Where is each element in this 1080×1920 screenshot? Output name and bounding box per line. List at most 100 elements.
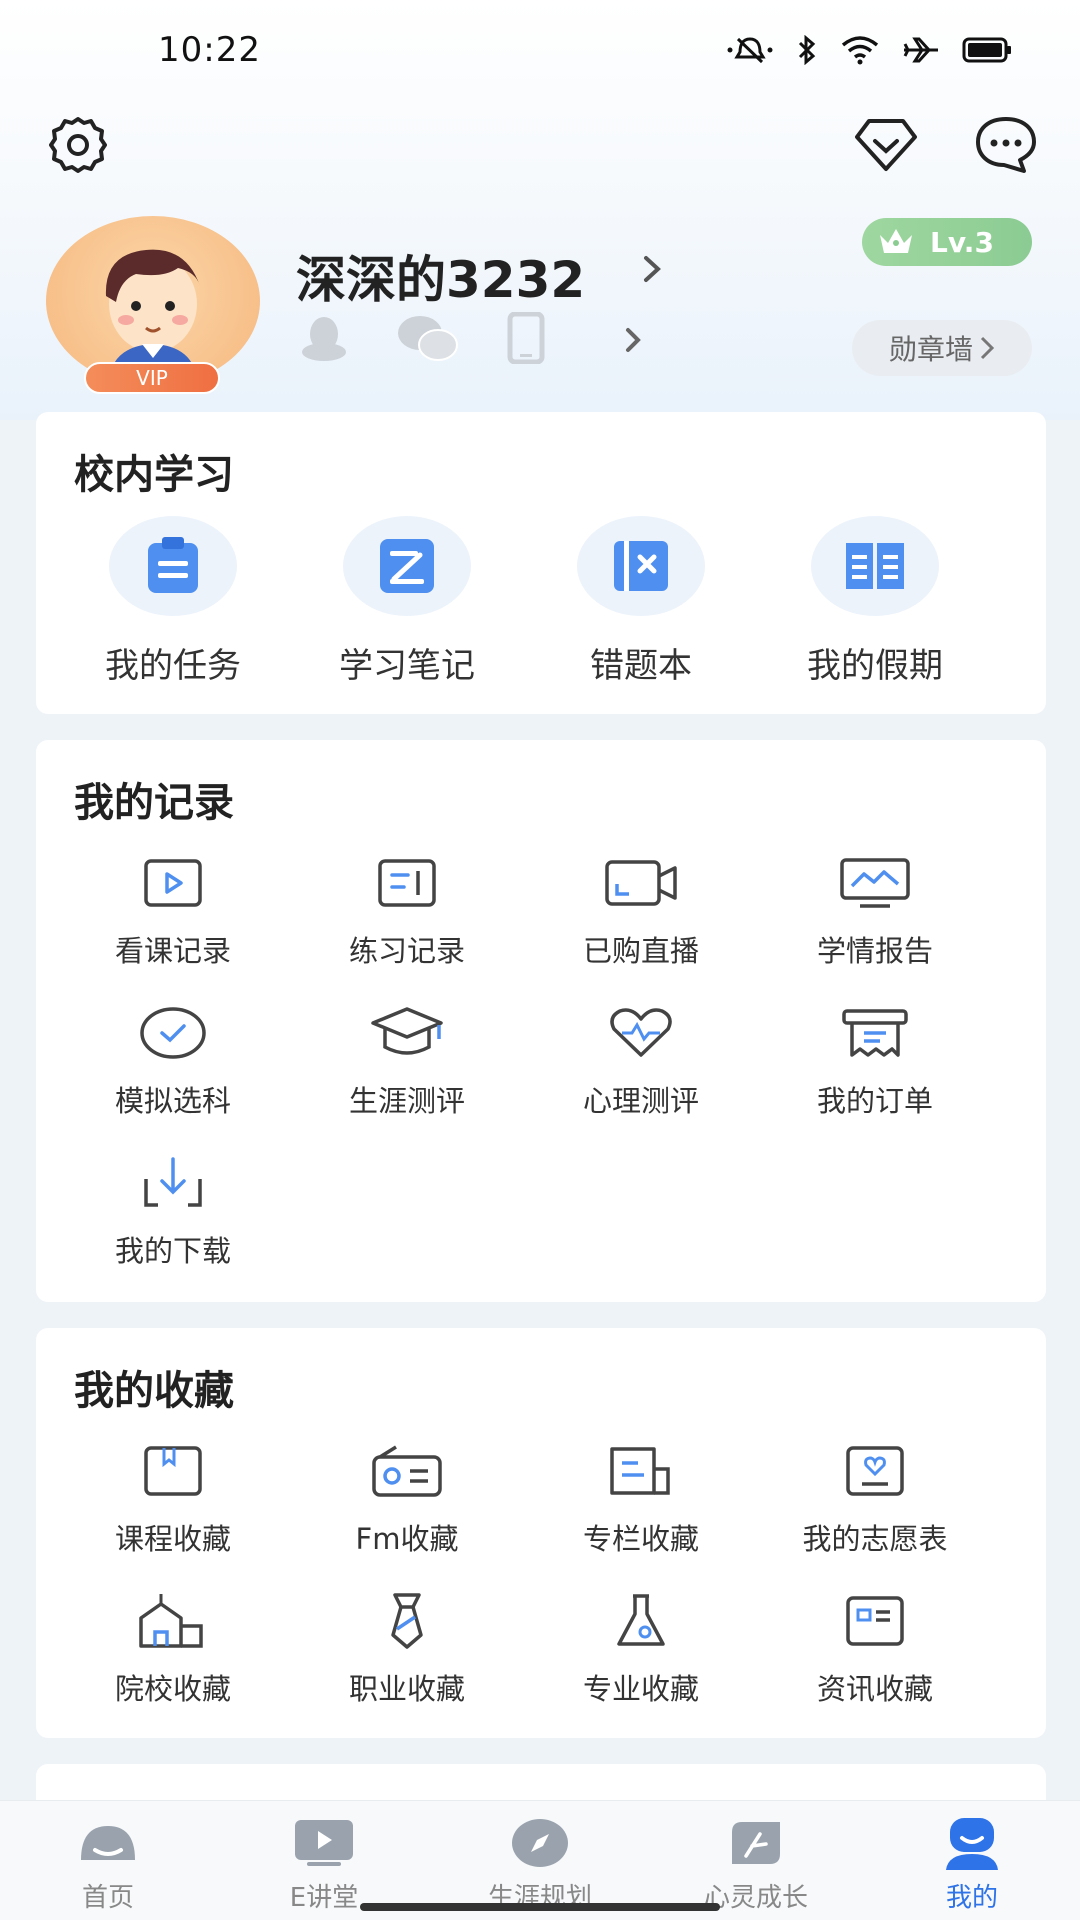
career-assessment-label: 生涯测评 xyxy=(348,1084,465,1118)
news-favorites-item[interactable]: 资讯收藏 xyxy=(758,1590,992,1740)
my-downloads-label: 我的下载 xyxy=(114,1234,231,1268)
my-task-label: 我的任务 xyxy=(105,646,241,686)
career-assessment-item[interactable]: 生涯测评 xyxy=(290,1002,524,1152)
home-icon xyxy=(81,1826,135,1860)
social-bindings[interactable] xyxy=(296,312,548,364)
message-button[interactable] xyxy=(972,111,1040,179)
mock-subject-item[interactable]: 模拟选科 xyxy=(56,1002,290,1152)
watch-record-label: 看课记录 xyxy=(114,934,231,968)
level-badge[interactable]: Lv.3 xyxy=(862,218,1032,266)
mute-bell-icon xyxy=(727,37,773,64)
tab-mine-label: 我的 xyxy=(945,1883,998,1913)
school-favorites-label: 院校收藏 xyxy=(114,1672,231,1706)
qq-icon xyxy=(302,317,346,361)
medal-wall-button[interactable]: 勋章墙 xyxy=(852,320,1032,376)
play-screen-icon xyxy=(295,1820,353,1866)
bluetooth-icon xyxy=(798,35,816,65)
column-favorites-item[interactable]: 专栏收藏 xyxy=(524,1440,758,1590)
download-icon xyxy=(144,1157,202,1207)
my-favorites-card: 我的收藏 课程收藏 Fm收藏 专栏收藏 我的志愿表 院校收藏 职业收藏 专业收藏 xyxy=(36,1328,1046,1738)
watch-record-item[interactable]: 看课记录 xyxy=(56,852,290,1002)
wish-list-icon xyxy=(846,1446,904,1496)
major-favorites-label: 专业收藏 xyxy=(582,1672,699,1706)
wish-list-item[interactable]: 我的志愿表 xyxy=(758,1440,992,1590)
radio-icon xyxy=(372,1445,442,1497)
study-notes-item[interactable]: 学习笔记 xyxy=(290,516,524,687)
my-holiday-item[interactable]: 我的假期 xyxy=(758,516,992,687)
tab-home[interactable]: 首页 xyxy=(0,1801,216,1920)
chat-icon xyxy=(976,117,1036,173)
mock-subject-label: 模拟选科 xyxy=(114,1084,231,1118)
top-nav xyxy=(0,100,1080,190)
tab-home-label: 首页 xyxy=(81,1883,134,1913)
study-report-label: 学情报告 xyxy=(816,934,933,968)
note-icon xyxy=(380,539,434,593)
profile-section: VIP 深深的3232 Lv.3 勋章墙 xyxy=(0,210,1080,400)
home-indicator xyxy=(360,1903,720,1911)
bottom-tab-bar: 首页 E讲堂 生涯规划 心灵成长 我的 xyxy=(0,1800,1080,1920)
graduation-cap-icon xyxy=(371,1007,443,1055)
tab-e-lecture-label: E讲堂 xyxy=(289,1883,359,1913)
course-bookmark-icon xyxy=(144,1446,202,1496)
report-monitor-icon xyxy=(840,858,910,908)
status-icons xyxy=(726,35,1012,65)
my-orders-item[interactable]: 我的订单 xyxy=(758,1002,992,1152)
vip-badge: VIP xyxy=(84,362,220,394)
career-favorites-label: 职业收藏 xyxy=(348,1672,465,1706)
career-favorites-item[interactable]: 职业收藏 xyxy=(290,1590,524,1740)
phone-icon xyxy=(507,312,545,364)
psych-assessment-label: 心理测评 xyxy=(582,1084,699,1118)
news-card-icon xyxy=(846,1596,904,1646)
my-orders-label: 我的订单 xyxy=(816,1084,933,1118)
flask-icon xyxy=(617,1594,665,1646)
column-favorites-label: 专栏收藏 xyxy=(582,1522,699,1556)
purchased-live-item[interactable]: 已购直播 xyxy=(524,852,758,1002)
username[interactable]: 深深的3232 xyxy=(296,240,585,312)
my-task-item[interactable]: 我的任务 xyxy=(56,516,290,687)
holiday-book-icon xyxy=(846,543,904,589)
live-camera-icon xyxy=(605,860,677,906)
my-favorites-grid: 课程收藏 Fm收藏 专栏收藏 我的志愿表 院校收藏 职业收藏 专业收藏 资讯收藏 xyxy=(56,1440,996,1740)
news-favorites-label: 资讯收藏 xyxy=(816,1672,933,1706)
avatar[interactable]: VIP xyxy=(46,216,260,394)
practice-record-icon xyxy=(378,859,436,907)
fm-favorites-label: Fm收藏 xyxy=(355,1522,459,1556)
column-icon xyxy=(610,1447,670,1495)
vip-button[interactable] xyxy=(852,111,920,179)
heart-pulse-icon xyxy=(610,1008,672,1057)
status-time: 10:22 xyxy=(158,30,261,70)
necktie-icon xyxy=(391,1593,423,1649)
battery-icon xyxy=(962,37,1011,63)
wrong-book-item[interactable]: 错题本 xyxy=(524,516,758,687)
airplane-icon xyxy=(903,37,938,63)
purchased-live-label: 已购直播 xyxy=(582,934,699,968)
crown-icon xyxy=(880,229,912,253)
chevron-right-icon[interactable] xyxy=(622,326,644,354)
wrong-book-label: 错题本 xyxy=(590,646,692,686)
course-favorites-label: 课程收藏 xyxy=(114,1522,231,1556)
settings-button[interactable] xyxy=(44,111,112,179)
my-records-grid: 看课记录 练习记录 已购直播 学情报告 模拟选科 生涯测评 心理测评 我的订单 xyxy=(56,852,996,1302)
course-favorites-item[interactable]: 课程收藏 xyxy=(56,1440,290,1590)
school-study-grid: 我的任务 学习笔记 错题本 我的假期 xyxy=(36,516,1046,687)
school-favorites-item[interactable]: 院校收藏 xyxy=(56,1590,290,1740)
task-icon xyxy=(148,537,198,593)
major-favorites-item[interactable]: 专业收藏 xyxy=(524,1590,758,1740)
psych-assessment-item[interactable]: 心理测评 xyxy=(524,1002,758,1152)
study-report-item[interactable]: 学情报告 xyxy=(758,852,992,1002)
school-study-card: 校内学习 我的任务 学习笔记 错题本 我的假期 xyxy=(36,412,1046,714)
avatar-image xyxy=(46,216,260,386)
tab-mine[interactable]: 我的 xyxy=(864,1801,1080,1920)
my-downloads-item[interactable]: 我的下载 xyxy=(56,1152,290,1302)
wrong-book-icon xyxy=(614,541,668,591)
wifi-icon xyxy=(841,36,879,65)
chevron-right-icon[interactable] xyxy=(640,254,664,284)
fm-favorites-item[interactable]: Fm收藏 xyxy=(290,1440,524,1590)
school-study-title: 校内学习 xyxy=(74,452,234,498)
my-records-title: 我的记录 xyxy=(74,780,234,826)
medal-wall-label: 勋章墙 xyxy=(888,333,973,366)
profile-icon xyxy=(946,1818,998,1870)
study-notes-label: 学习笔记 xyxy=(339,646,475,686)
practice-record-item[interactable]: 练习记录 xyxy=(290,852,524,1002)
leaf-icon xyxy=(732,1822,780,1864)
